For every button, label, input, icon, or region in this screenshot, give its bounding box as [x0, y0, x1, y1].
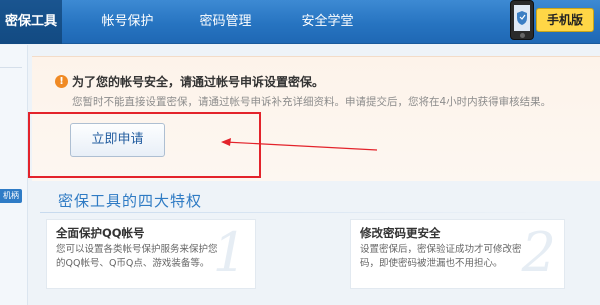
feature-heading: 全面保护QQ帐号 — [56, 226, 145, 240]
warning-icon: ! — [55, 75, 68, 88]
security-notice-panel: ! 为了您的帐号安全，请通过帐号申诉设置密保。 您暂时不能直接设置密保，请通过帐… — [32, 56, 600, 181]
features-divider — [40, 212, 560, 213]
notice-title: 为了您的帐号安全，请通过帐号申诉设置密保。 — [72, 75, 325, 89]
feature-text: 设置密保后，密保验证成功才可修改密码，即使密码被泄漏也不用担心。 — [360, 244, 522, 269]
tab-password-management[interactable]: 密码管理 — [178, 0, 273, 44]
left-divider — [0, 67, 22, 68]
features-title: 密保工具的四大特权 — [58, 192, 203, 210]
tab-security-school[interactable]: 安全学堂 — [280, 0, 375, 44]
annotation-arrow — [221, 138, 378, 151]
tab-account-protection[interactable]: 帐号保护 — [80, 0, 175, 44]
notice-description: 您暂时不能直接设置密保，请通过帐号申诉补充详细资料。申请提交后，您将在4小时内获… — [72, 96, 552, 108]
apply-now-button[interactable]: 立即申请 — [70, 123, 165, 157]
mobile-version-label: 手机版 — [536, 8, 594, 32]
feature-heading: 修改密码更安全 — [360, 226, 441, 240]
phone-icon — [510, 0, 534, 40]
side-tag[interactable]: 机柄 — [0, 189, 22, 203]
mobile-version-link[interactable]: 手机版 — [500, 0, 600, 44]
feature-text: 您可以设置各类帐号保护服务来保护您的QQ帐号、Q币Q点、游戏装备等。 — [56, 244, 218, 269]
top-navigation-bar: 密保工具 帐号保护 密码管理 安全学堂 手机版 — [0, 0, 600, 44]
left-side-strip: 机柄 — [0, 45, 28, 305]
tab-security-tools[interactable]: 密保工具 — [0, 0, 62, 44]
